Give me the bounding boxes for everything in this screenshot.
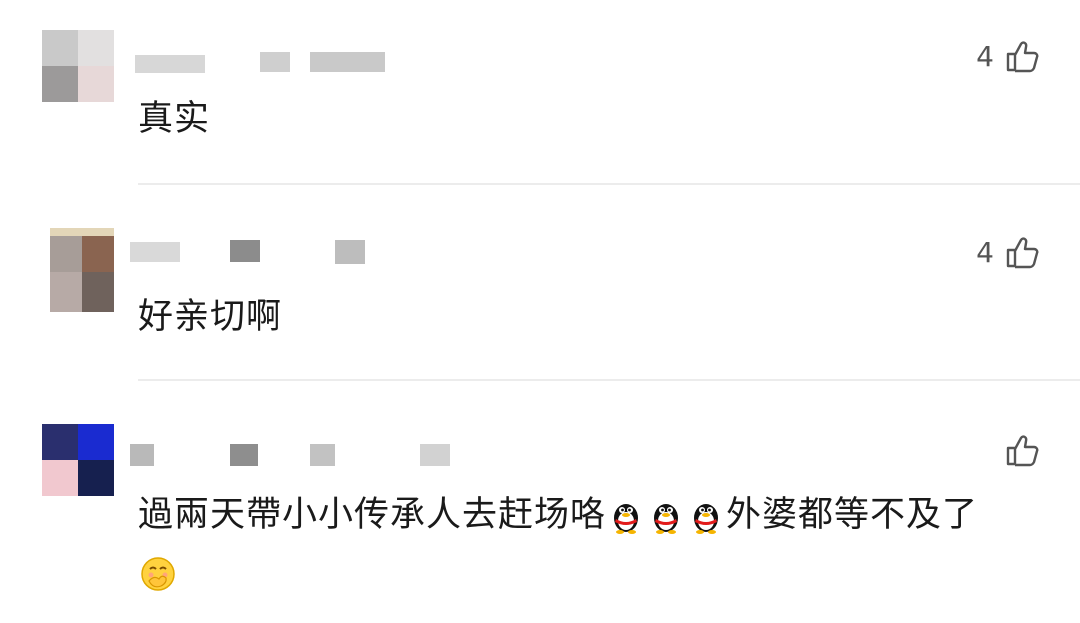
like-button[interactable]: 4 [976, 234, 1040, 270]
username-blurred[interactable] [130, 434, 450, 474]
thumbs-up-icon [1006, 237, 1039, 269]
comment-text: 過兩天帶小小传承人去赶场咯 外婆都等不及了 [138, 486, 1010, 602]
thumbs-up-icon [1006, 41, 1039, 73]
comment-item: 真实 4 [0, 0, 1080, 186]
like-button[interactable]: 4 [976, 38, 1040, 74]
qq-penguin-emoji [654, 504, 679, 534]
like-button[interactable] [994, 432, 1040, 468]
thumbs-up-icon [1006, 435, 1039, 467]
username-blurred[interactable] [130, 40, 450, 80]
username-blurred[interactable] [130, 234, 450, 274]
qq-penguin-emoji [694, 504, 719, 534]
like-count: 4 [976, 39, 994, 73]
comment-item: 過兩天帶小小传承人去赶场咯 外婆都等不及了 [0, 382, 1080, 623]
comment-text: 真实 [138, 99, 211, 139]
divider [138, 183, 1080, 185]
avatar[interactable] [42, 424, 114, 496]
comment-item: 好亲切啊 4 [0, 186, 1080, 382]
avatar[interactable] [42, 228, 114, 312]
like-count: 4 [976, 235, 994, 269]
giggle-face-emoji [141, 557, 175, 591]
comment-text-part1: 過兩天帶小小传承人去赶场咯 [138, 495, 607, 535]
divider [138, 379, 1080, 381]
qq-penguin-emoji [614, 504, 639, 534]
comment-text-part2: 外婆都等不及了 [726, 495, 979, 535]
avatar[interactable] [42, 30, 114, 102]
comment-text: 好亲切啊 [138, 297, 283, 337]
